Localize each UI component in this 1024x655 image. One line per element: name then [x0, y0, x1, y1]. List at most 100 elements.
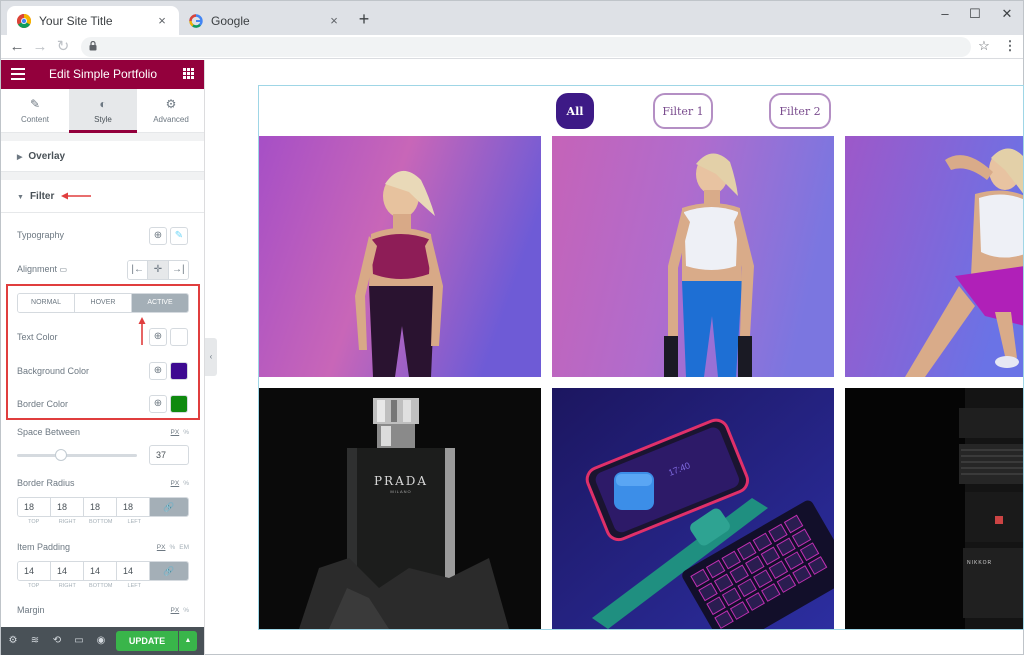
filter-2-button[interactable]: Filter 2: [769, 93, 831, 129]
section-overlay[interactable]: ▶ Overlay: [1, 141, 204, 172]
woman-white-top-blue-leggings-photo: [552, 136, 834, 377]
link-values-icon[interactable]: 🔗: [150, 562, 188, 580]
bookmark-star-icon[interactable]: ☆: [976, 38, 992, 56]
tab-content[interactable]: ✎ Content: [1, 89, 69, 133]
browser-toolbar: ← → ↻ ☆ ⋮: [1, 35, 1023, 59]
tab-your-site[interactable]: Your Site Title ×: [7, 6, 179, 35]
filter-1-button[interactable]: Filter 1: [653, 93, 713, 129]
unit-percent[interactable]: %: [169, 544, 175, 551]
border-radius-label: Border Radius: [17, 478, 75, 488]
settings-gear-icon[interactable]: ⚙: [7, 635, 19, 647]
update-button[interactable]: UPDATE: [116, 631, 178, 651]
prada-brand-text: PRADA: [373, 474, 429, 488]
address-bar[interactable]: [81, 37, 971, 57]
menu-kebab-icon[interactable]: ⋮: [1002, 38, 1018, 56]
reload-icon[interactable]: ↻: [54, 37, 72, 57]
align-left-icon[interactable]: |←: [128, 261, 149, 279]
radius-right-input[interactable]: 18: [51, 498, 84, 516]
portfolio-item[interactable]: NIKKOR: [845, 388, 1023, 629]
unit-px[interactable]: PX: [157, 544, 166, 551]
unit-px[interactable]: PX: [171, 480, 180, 487]
slider-handle[interactable]: [55, 449, 68, 461]
link-values-icon[interactable]: 🔗: [150, 498, 188, 516]
unit-percent[interactable]: %: [183, 607, 189, 614]
chrome-favicon-icon: [17, 13, 31, 28]
units-selector[interactable]: PX%: [171, 480, 189, 487]
portfolio-item[interactable]: 17:40: [552, 388, 834, 629]
space-between-input[interactable]: 37: [149, 445, 189, 465]
alignment-text: Alignment: [17, 264, 58, 274]
radius-left-input[interactable]: 18: [117, 498, 150, 516]
section-filter[interactable]: ▼ Filter: [1, 180, 204, 213]
portfolio-item[interactable]: [845, 136, 1023, 377]
panel-footer: ⚙ ≋ ⟲ ▭ ◉ UPDATE ▲: [1, 627, 204, 655]
widgets-grid-icon[interactable]: [183, 68, 194, 79]
tab-close-icon[interactable]: ×: [327, 13, 341, 28]
dim-label: TOP: [28, 583, 40, 589]
filter-all-button[interactable]: All: [556, 93, 594, 129]
tab-strip: Your Site Title × Google × + – ☐ ✕: [1, 1, 1023, 35]
tab-google[interactable]: Google ×: [179, 6, 351, 35]
alignment-control: |← ✛ →|: [127, 260, 189, 280]
tab-close-icon[interactable]: ×: [155, 13, 169, 28]
unit-em[interactable]: EM: [179, 544, 189, 551]
close-icon[interactable]: ✕: [997, 5, 1017, 23]
google-favicon-icon: [189, 13, 203, 28]
portfolio-item[interactable]: PRADA MILANO: [259, 388, 541, 629]
dim-label: RIGHT: [58, 583, 76, 589]
dim-label: LEFT: [127, 519, 141, 525]
panel-header: Edit Simple Portfolio: [1, 60, 204, 89]
portfolio-item[interactable]: [259, 136, 541, 377]
update-options-icon[interactable]: ▲: [179, 631, 197, 651]
edit-pencil-icon[interactable]: ✎: [170, 227, 188, 245]
gear-icon: ⚙: [165, 97, 177, 111]
responsive-mode-icon[interactable]: ▭: [73, 635, 85, 647]
tab-style[interactable]: ◐ Style: [69, 89, 137, 133]
unit-px[interactable]: PX: [171, 607, 180, 614]
radius-top-input[interactable]: 18: [18, 498, 51, 516]
unit-percent[interactable]: %: [183, 480, 189, 487]
item-padding-label: Item Padding: [17, 542, 71, 552]
padding-bottom-input[interactable]: 14: [84, 562, 117, 580]
new-tab-button[interactable]: +: [355, 9, 373, 30]
navigator-layers-icon[interactable]: ≋: [29, 635, 41, 647]
align-right-icon[interactable]: →|: [168, 261, 188, 279]
unit-px[interactable]: PX: [171, 429, 180, 436]
phone-keyboard-watch-photo: [552, 388, 834, 629]
back-icon[interactable]: ←: [8, 37, 26, 57]
woman-stretching-photo: [845, 136, 1023, 377]
tab-label: Style: [94, 115, 112, 124]
space-between-slider[interactable]: [17, 454, 137, 457]
portfolio-item[interactable]: [552, 136, 834, 377]
lens-brand-text: NIKKOR: [967, 560, 993, 566]
space-between-label: Space Between: [17, 427, 81, 437]
minimize-icon[interactable]: –: [935, 5, 955, 23]
units-selector[interactable]: PX%: [171, 429, 189, 436]
dimension-labels: TOP RIGHT BOTTOM LEFT: [17, 583, 189, 589]
radius-bottom-input[interactable]: 18: [84, 498, 117, 516]
units-selector[interactable]: PX%: [171, 607, 189, 614]
padding-left-input[interactable]: 14: [117, 562, 150, 580]
forward-icon[interactable]: →: [31, 37, 49, 57]
lock-icon: [89, 41, 97, 51]
caret-down-icon: ▼: [17, 194, 24, 201]
globe-icon[interactable]: ⊕: [149, 227, 167, 245]
unit-percent[interactable]: %: [183, 429, 189, 436]
preview-eye-icon[interactable]: ◉: [95, 635, 107, 647]
align-center-icon[interactable]: ✛: [148, 261, 169, 279]
units-selector[interactable]: PX% EM: [157, 544, 189, 551]
section-title: Overlay: [28, 151, 66, 162]
prada-sub-text: MILANO: [390, 489, 412, 494]
maximize-icon[interactable]: ☐: [965, 5, 985, 23]
history-icon[interactable]: ⟲: [51, 635, 63, 647]
panel-title: Edit Simple Portfolio: [48, 67, 158, 81]
item-padding-inputs: 14 14 14 14 🔗: [17, 561, 189, 581]
browser-window: Your Site Title × Google × + – ☐ ✕ ← → ↻: [0, 0, 1024, 655]
desktop-icon: ▭: [59, 265, 68, 274]
tab-advanced[interactable]: ⚙ Advanced: [137, 89, 204, 133]
dim-label: LEFT: [127, 583, 141, 589]
padding-top-input[interactable]: 14: [18, 562, 51, 580]
woman-pink-sports-top-photo: [259, 136, 541, 377]
padding-right-input[interactable]: 14: [51, 562, 84, 580]
collapse-panel-icon[interactable]: ‹: [205, 338, 217, 376]
